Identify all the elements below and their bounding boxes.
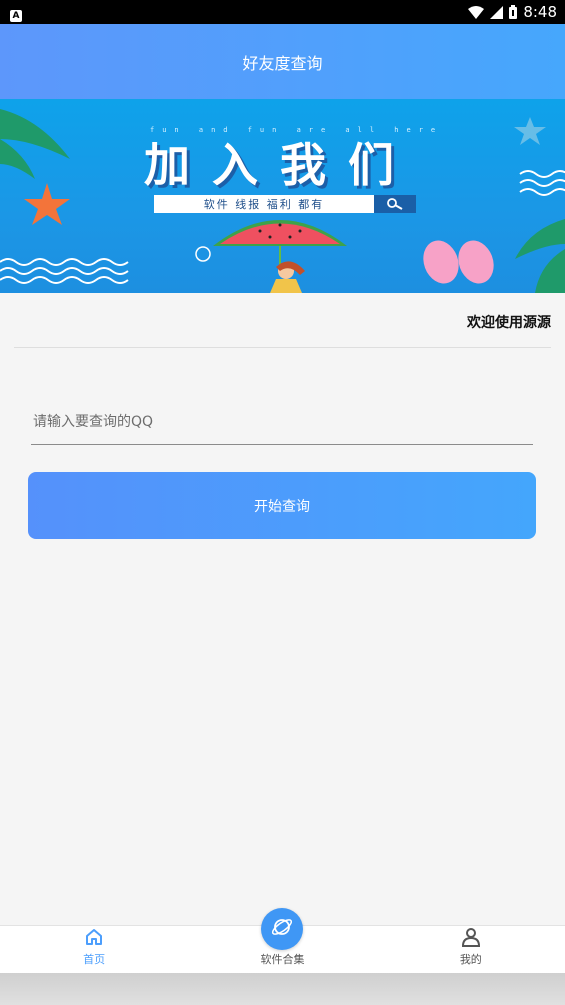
software-collection-button[interactable] bbox=[261, 908, 303, 950]
battery-icon bbox=[509, 5, 518, 19]
banner-title: 加入我们 bbox=[144, 138, 416, 192]
qq-input[interactable] bbox=[31, 400, 533, 445]
tab-mine[interactable]: 我的 bbox=[411, 925, 531, 973]
page-title: 好友度查询 bbox=[242, 53, 323, 73]
search-icon bbox=[374, 195, 416, 213]
tab-home[interactable]: 首页 bbox=[34, 925, 154, 973]
status-bar: A 8:48 bbox=[0, 0, 565, 24]
promo-banner[interactable]: fun and fun are all here 加入我们 软件 线报 福利 都… bbox=[0, 99, 565, 293]
status-right: 8:48 bbox=[468, 3, 557, 21]
nav-bar-shadow bbox=[0, 973, 565, 1005]
status-time: 8:48 bbox=[523, 3, 557, 21]
banner-search-strip: 软件 线报 福利 都有 bbox=[154, 195, 416, 213]
planet-icon bbox=[270, 915, 294, 943]
tab-mine-label: 我的 bbox=[459, 953, 482, 966]
wifi-icon bbox=[468, 5, 485, 19]
home-icon bbox=[84, 926, 104, 948]
banner-search-text: 软件 线报 福利 都有 bbox=[154, 195, 374, 213]
app-header: 好友度查询 bbox=[0, 24, 565, 99]
tab-software-label: 软件合集 bbox=[260, 953, 305, 966]
status-left: A bbox=[10, 3, 22, 22]
notification-badge-icon: A bbox=[10, 9, 22, 22]
tab-home-label: 首页 bbox=[83, 953, 106, 966]
user-icon bbox=[461, 926, 481, 948]
start-query-button[interactable]: 开始查询 bbox=[28, 472, 536, 539]
signal-icon bbox=[490, 5, 504, 19]
welcome-text: 欢迎使用源源 bbox=[467, 315, 551, 331]
divider bbox=[14, 347, 551, 348]
